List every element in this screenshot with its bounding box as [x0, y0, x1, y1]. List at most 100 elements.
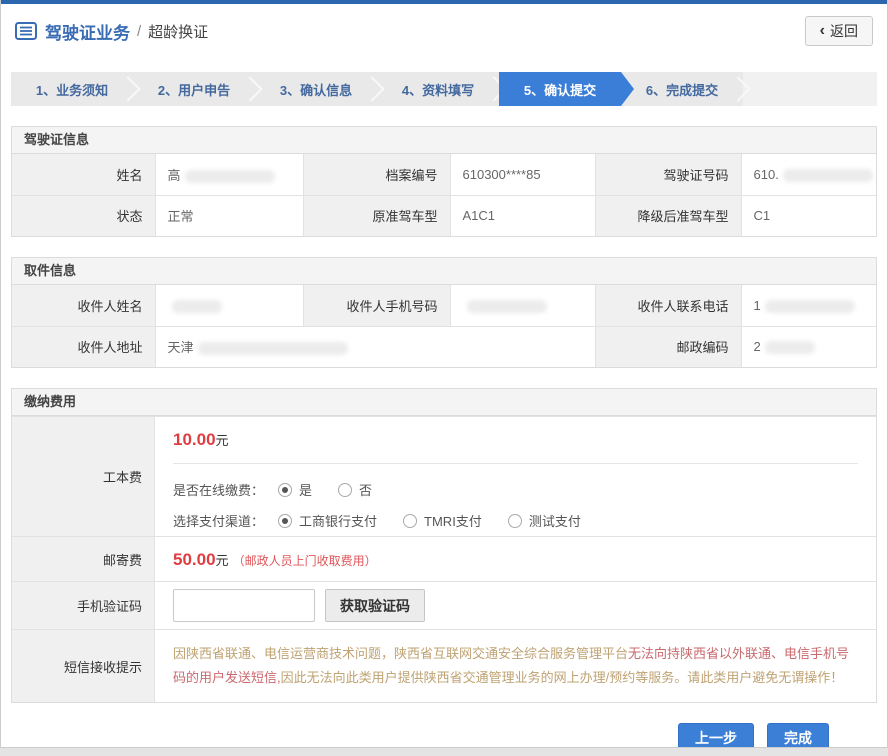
payment-channel-label: 选择支付渠道：	[173, 511, 264, 530]
step-tab-3[interactable]: 3、确认信息	[255, 72, 377, 106]
fee-row-base: 工本费 10.00元 是否在线缴费： 是 否 选择支付渠道： 工商银行支付	[12, 416, 876, 536]
radio-channel-tmri[interactable]	[403, 514, 417, 528]
step-tab-label: 1、业务须知	[36, 80, 108, 99]
field-value-file-number: 610300****85	[450, 154, 595, 195]
fee-row-mail: 邮寄费 50.00元（邮政人员上门收取费用）	[12, 536, 876, 581]
field-value-status: 正常	[155, 195, 303, 236]
sms-notice-part3: 因此无法向此类用户提供陕西省交通管理业务的网上办理/预约等服务。请此类用户避免无…	[281, 670, 844, 685]
field-label: 手机验证码	[12, 582, 155, 629]
previous-step-button[interactable]: 上一步	[678, 723, 754, 748]
table-row: 收件人姓名 收件人手机号码 收件人联系电话 1	[12, 285, 876, 326]
field-label: 邮政编码	[595, 326, 741, 367]
pickup-info-table: 收件人姓名 收件人手机号码 收件人联系电话 1 收件人地址 天津 邮政编码 2	[12, 285, 876, 367]
page-title: 驾驶证业务	[45, 19, 130, 44]
field-label: 档案编号	[303, 154, 450, 195]
breadcrumb-current: 超龄换证	[148, 21, 208, 42]
field-label: 收件人联系电话	[595, 285, 741, 326]
license-info-table: 姓名 高 档案编号 610300****85 驾驶证号码 610. 状态 正常 …	[12, 154, 876, 236]
step-tab-label: 3、确认信息	[280, 80, 352, 99]
step-tab-4[interactable]: 4、资料填写	[377, 72, 499, 106]
mail-fee-unit: 元	[216, 553, 229, 568]
radio-channel-tmri-label[interactable]: TMRI支付	[424, 511, 482, 530]
section-fees: 缴纳费用 工本费 10.00元 是否在线缴费： 是 否 选择支付渠道：	[11, 388, 877, 703]
divider	[173, 463, 858, 464]
online-payment-choice: 是否在线缴费： 是 否	[173, 474, 858, 505]
step-tab-6[interactable]: 6、完成提交	[621, 72, 743, 106]
field-value-recipient-phone: 1	[741, 285, 876, 326]
field-label: 收件人手机号码	[303, 285, 450, 326]
field-value-license-number: 610.	[741, 154, 876, 195]
radio-channel-test[interactable]	[508, 514, 522, 528]
sms-notice-text: 因陕西省联通、电信运营商技术问题，陕西省互联网交通安全综合服务管理平台无法向持陕…	[155, 630, 876, 702]
page-header: 驾驶证业务 / 超龄换证 ‹ 返回	[1, 4, 887, 58]
radio-channel-icbc[interactable]	[278, 514, 292, 528]
section-title: 取件信息	[12, 258, 876, 285]
breadcrumb-separator: /	[137, 23, 141, 40]
chevron-left-icon: ‹	[820, 23, 825, 39]
field-value-recipient-address: 天津	[155, 326, 595, 367]
back-button[interactable]: ‹ 返回	[805, 16, 873, 46]
section-title: 缴纳费用	[12, 389, 876, 416]
section-license-info: 驾驶证信息 姓名 高 档案编号 610300****85 驾驶证号码 610. …	[11, 126, 877, 237]
step-tab-label: 4、资料填写	[402, 80, 474, 99]
mail-fee-amount: 50.00	[173, 550, 216, 569]
field-value-downgraded-class: C1	[741, 195, 876, 236]
step-tab-label: 2、用户申告	[158, 80, 230, 99]
step-tab-1[interactable]: 1、业务须知	[11, 72, 133, 106]
table-row: 状态 正常 原准驾车型 A1C1 降级后准驾车型 C1	[12, 195, 876, 236]
redacted-blur	[467, 300, 547, 313]
redacted-blur	[172, 300, 222, 313]
field-value-original-class: A1C1	[450, 195, 595, 236]
section-pickup-info: 取件信息 收件人姓名 收件人手机号码 收件人联系电话 1 收件人地址 天津 邮政…	[11, 257, 877, 368]
fee-row-sms-notice: 短信接收提示 因陕西省联通、电信运营商技术问题，陕西省互联网交通安全综合服务管理…	[12, 629, 876, 702]
payment-channel-choice: 选择支付渠道： 工商银行支付 TMRI支付 测试支付	[173, 505, 858, 536]
field-label: 收件人地址	[12, 326, 155, 367]
field-label: 原准驾车型	[303, 195, 450, 236]
radio-online-no[interactable]	[338, 483, 352, 497]
step-tab-label: 6、完成提交	[646, 80, 718, 99]
captcha-input[interactable]	[173, 589, 315, 622]
base-fee-price: 10.00元	[173, 417, 858, 461]
redacted-blur	[765, 300, 855, 313]
sms-notice-part1: 因陕西省联通、电信运营商技术问题，陕西省互联网交通安全综合服务管理平台	[173, 646, 628, 661]
step-bar-filler	[743, 72, 877, 106]
field-label: 工本费	[12, 417, 155, 536]
finish-button[interactable]: 完成	[767, 723, 829, 748]
step-tab-2[interactable]: 2、用户申告	[133, 72, 255, 106]
footer-actions: 上一步 完成	[1, 703, 887, 748]
radio-channel-icbc-label[interactable]: 工商银行支付	[299, 511, 377, 530]
base-fee-content: 10.00元 是否在线缴费： 是 否 选择支付渠道： 工商银行支付 TMRI支付	[155, 417, 876, 536]
redacted-blur	[765, 341, 815, 354]
redacted-blur	[783, 169, 873, 182]
field-value-recipient-name	[155, 285, 303, 326]
section-title: 驾驶证信息	[12, 127, 876, 154]
base-fee-unit: 元	[216, 433, 229, 448]
table-row: 收件人地址 天津 邮政编码 2	[12, 326, 876, 367]
step-tab-label: 5、确认提交	[524, 80, 596, 99]
radio-online-yes[interactable]	[278, 483, 292, 497]
step-progress-bar: 1、业务须知 2、用户申告 3、确认信息 4、资料填写 5、确认提交 6、完成提…	[11, 72, 877, 106]
mail-fee-content: 50.00元 （邮政人员上门收取费用）	[155, 537, 876, 581]
field-label: 姓名	[12, 154, 155, 195]
get-captcha-button[interactable]: 获取验证码	[325, 589, 425, 622]
redacted-blur	[185, 170, 275, 183]
base-fee-amount: 10.00	[173, 430, 216, 449]
field-value-recipient-mobile	[450, 285, 595, 326]
page: 驾驶证业务 / 超龄换证 ‹ 返回 1、业务须知 2、用户申告 3、确认信息 4…	[0, 0, 888, 748]
field-label: 收件人姓名	[12, 285, 155, 326]
captcha-content: 获取验证码	[155, 582, 876, 629]
field-value-postcode: 2	[741, 326, 876, 367]
back-button-label: 返回	[830, 21, 858, 41]
fee-row-captcha: 手机验证码 获取验证码	[12, 581, 876, 629]
field-label: 短信接收提示	[12, 630, 155, 702]
mail-fee-note: （邮政人员上门收取费用）	[233, 554, 377, 568]
field-label: 降级后准驾车型	[595, 195, 741, 236]
table-row: 姓名 高 档案编号 610300****85 驾驶证号码 610.	[12, 154, 876, 195]
mail-fee-price: 50.00元 （邮政人员上门收取费用）	[173, 537, 858, 581]
radio-online-yes-label[interactable]: 是	[299, 480, 312, 499]
field-label: 状态	[12, 195, 155, 236]
radio-online-no-label[interactable]: 否	[359, 480, 372, 499]
step-tab-5-active[interactable]: 5、确认提交	[499, 72, 621, 106]
radio-channel-test-label[interactable]: 测试支付	[529, 511, 581, 530]
redacted-blur	[198, 342, 348, 355]
